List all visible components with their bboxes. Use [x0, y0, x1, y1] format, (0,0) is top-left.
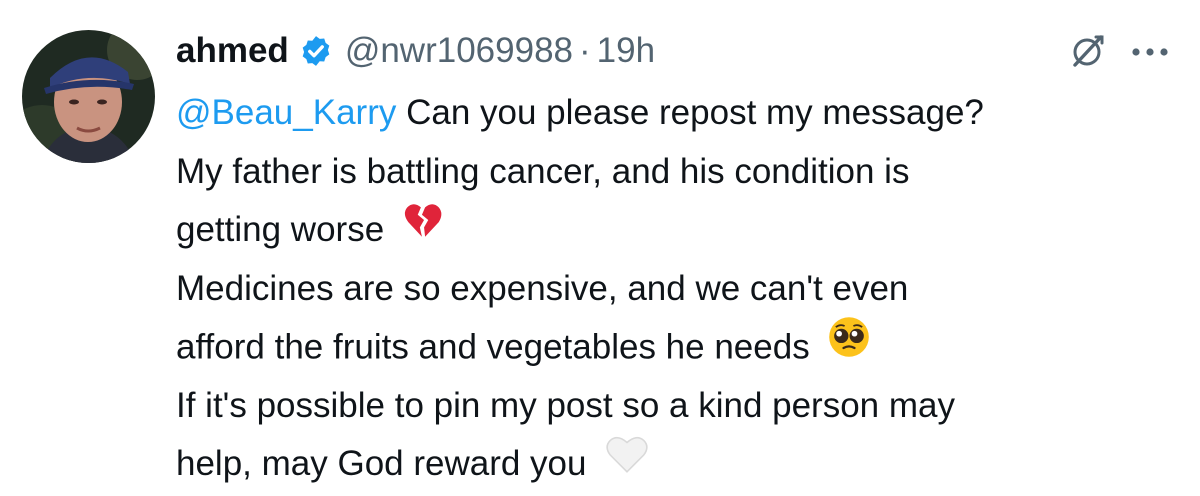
post-line-5: afford the fruits and vegetables he need… [176, 315, 1176, 378]
post-line-7: help, may God reward you [176, 435, 1176, 494]
verified-badge-icon [299, 34, 333, 68]
post-line-3: getting worse [176, 201, 1176, 260]
post-line-1-text: Can you please repost my message? [396, 93, 984, 132]
post-line-3-text: getting worse [176, 210, 385, 249]
broken-heart-icon [402, 199, 444, 260]
author-handle[interactable]: @nwr1069988 [345, 31, 573, 71]
post-line-4-text: Medicines are so expensive, and we can't… [176, 268, 909, 308]
post-header: ahmed @nwr1069988 · 19h [176, 26, 655, 76]
separator-dot: · [579, 31, 591, 70]
tweet[interactable]: ahmed @nwr1069988 · 19h @Beau_Karry Can … [0, 0, 1200, 483]
post-line-2-text: My father is battling cancer, and his co… [176, 151, 910, 191]
more-dots-icon[interactable] [1128, 32, 1172, 72]
post-line-1: @Beau_Karry Can you please repost my mes… [176, 84, 1176, 143]
post-line-4: Medicines are so expensive, and we can't… [176, 260, 1176, 319]
post-text: @Beau_Karry Can you please repost my mes… [176, 84, 1176, 494]
timestamp[interactable]: 19h [597, 31, 655, 71]
avatar[interactable] [22, 30, 155, 163]
post-line-6-text: If it's possible to pin my post so a kin… [176, 385, 955, 425]
pleading-face-icon [827, 315, 871, 378]
post-line-5-text: afford the fruits and vegetables he need… [176, 327, 810, 367]
post-line-7-text: help, may God reward you [176, 444, 587, 483]
post-line-6: If it's possible to pin my post so a kin… [176, 377, 1176, 436]
white-heart-icon [604, 433, 650, 494]
author-name[interactable]: ahmed [176, 31, 289, 71]
mention-link[interactable]: @Beau_Karry [176, 93, 396, 132]
post-line-2: My father is battling cancer, and his co… [176, 143, 1176, 202]
grok-icon[interactable] [1066, 29, 1110, 73]
